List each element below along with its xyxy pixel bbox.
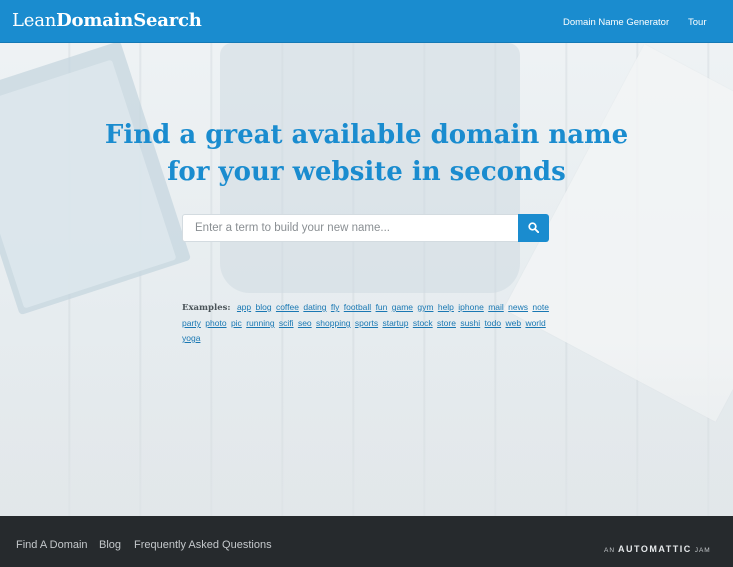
example-link-party[interactable]: party — [182, 318, 201, 328]
example-link-news[interactable]: news — [508, 302, 528, 312]
hero-headline: Find a great available domain name for y… — [0, 117, 733, 191]
example-link-web[interactable]: web — [505, 318, 521, 328]
example-link-sushi[interactable]: sushi — [460, 318, 480, 328]
footer-link-blog[interactable]: Blog — [99, 539, 121, 551]
example-link-coffee[interactable]: coffee — [276, 302, 299, 312]
automattic-jam-logo[interactable]: AN AUTOMATTIC JAM — [604, 544, 711, 554]
site-logo[interactable]: LeanDomainSearch — [12, 10, 202, 31]
example-link-shopping[interactable]: shopping — [316, 318, 351, 328]
nav-domain-name-generator[interactable]: Domain Name Generator — [563, 17, 669, 28]
example-link-game[interactable]: game — [392, 302, 413, 312]
example-link-fun[interactable]: fun — [376, 302, 388, 312]
example-link-pic[interactable]: pic — [231, 318, 242, 328]
nav-tour[interactable]: Tour — [688, 17, 706, 28]
search-field-wrapper — [182, 214, 519, 242]
example-links: app blog coffee dating fly football fun … — [182, 302, 551, 343]
hero-section: Find a great available domain name for y… — [0, 43, 733, 516]
headline-line-1: Find a great available domain name — [104, 120, 629, 150]
example-link-sports[interactable]: sports — [355, 318, 378, 328]
example-link-note[interactable]: note — [532, 302, 549, 312]
headline-line-2: for your website in seconds — [167, 157, 566, 187]
example-link-gym[interactable]: gym — [417, 302, 433, 312]
example-link-photo[interactable]: photo — [205, 318, 226, 328]
example-link-startup[interactable]: startup — [382, 318, 408, 328]
example-link-todo[interactable]: todo — [485, 318, 502, 328]
example-link-stock[interactable]: stock — [413, 318, 433, 328]
example-link-world[interactable]: world — [525, 318, 545, 328]
footer-link-faq[interactable]: Frequently Asked Questions — [134, 539, 272, 551]
example-link-mail[interactable]: mail — [488, 302, 504, 312]
example-link-running[interactable]: running — [246, 318, 274, 328]
example-link-app[interactable]: app — [237, 302, 251, 312]
example-link-dating[interactable]: dating — [303, 302, 326, 312]
jam-prefix: AN — [604, 547, 616, 554]
example-link-yoga[interactable]: yoga — [182, 333, 200, 343]
footer: Find A Domain Blog Frequently Asked Ques… — [0, 516, 733, 567]
top-bar: LeanDomainSearch Domain Name Generator T… — [0, 0, 733, 43]
footer-link-find-a-domain[interactable]: Find A Domain — [16, 539, 88, 551]
example-link-scifi[interactable]: scifi — [279, 318, 294, 328]
example-link-fly[interactable]: fly — [331, 302, 340, 312]
example-link-help[interactable]: help — [438, 302, 454, 312]
examples-list: Examples: app blog coffee dating fly foo… — [182, 300, 552, 346]
logo-light-text: Lean — [12, 10, 57, 31]
logo-bold-text: DomainSearch — [56, 10, 202, 31]
search-icon — [528, 222, 539, 233]
example-link-blog[interactable]: blog — [256, 302, 272, 312]
example-link-store[interactable]: store — [437, 318, 456, 328]
search-button[interactable] — [518, 214, 549, 242]
jam-brand: AUTOMATTIC — [618, 544, 692, 554]
search-input[interactable] — [183, 215, 518, 241]
background-wood-floor — [0, 343, 733, 516]
examples-label: Examples: — [182, 303, 231, 313]
example-link-football[interactable]: football — [344, 302, 371, 312]
example-link-seo[interactable]: seo — [298, 318, 312, 328]
example-link-iphone[interactable]: iphone — [458, 302, 484, 312]
jam-suffix: JAM — [694, 547, 711, 554]
